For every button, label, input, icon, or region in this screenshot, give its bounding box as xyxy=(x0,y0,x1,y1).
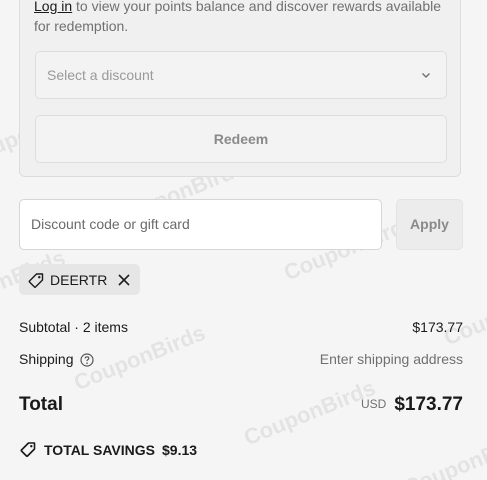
watermark: CouponBirds xyxy=(440,274,487,351)
applied-discount-tag: DEERTR xyxy=(19,264,140,295)
shipping-value: Enter shipping address xyxy=(319,351,463,367)
subtotal-row: Subtotal · 2 items $173.77 xyxy=(19,319,463,335)
rewards-panel: Log in to view your points balance and d… xyxy=(19,0,461,177)
subtotal-label: Subtotal · 2 items xyxy=(19,319,128,335)
total-label: Total xyxy=(19,394,63,415)
shipping-row: Shipping Enter shipping address xyxy=(19,351,463,367)
savings-value: $9.13 xyxy=(162,442,198,458)
discount-select[interactable]: Select a discount xyxy=(35,51,447,99)
watermark: CouponBirds xyxy=(400,424,487,480)
shipping-label: Shipping xyxy=(19,351,74,367)
rewards-description: Log in to view your points balance and d… xyxy=(34,0,454,36)
rewards-text: to view your points balance and discover… xyxy=(34,0,442,34)
discount-code-input[interactable]: Discount code or gift card xyxy=(19,199,382,250)
discount-select-placeholder: Select a discount xyxy=(47,67,154,83)
currency-code: USD xyxy=(360,397,387,411)
close-icon[interactable] xyxy=(117,273,131,287)
discount-code-placeholder: Discount code or gift card xyxy=(31,216,190,232)
chevron-down-icon xyxy=(422,73,430,78)
subtotal-value: $173.77 xyxy=(412,319,463,335)
total-amount: USD $173.77 xyxy=(361,394,463,416)
apply-button[interactable]: Apply xyxy=(396,199,463,250)
help-icon[interactable] xyxy=(79,353,94,367)
tag-icon xyxy=(28,273,44,288)
applied-discount-code: DEERTR xyxy=(50,272,108,288)
redeem-button[interactable]: Redeem xyxy=(35,115,447,163)
total-value: $173.77 xyxy=(394,394,463,415)
login-link[interactable]: Log in xyxy=(34,0,72,14)
total-row: Total USD $173.77 xyxy=(19,394,463,416)
savings-label: TOTAL SAVINGS xyxy=(44,442,155,458)
tag-icon xyxy=(20,442,36,458)
